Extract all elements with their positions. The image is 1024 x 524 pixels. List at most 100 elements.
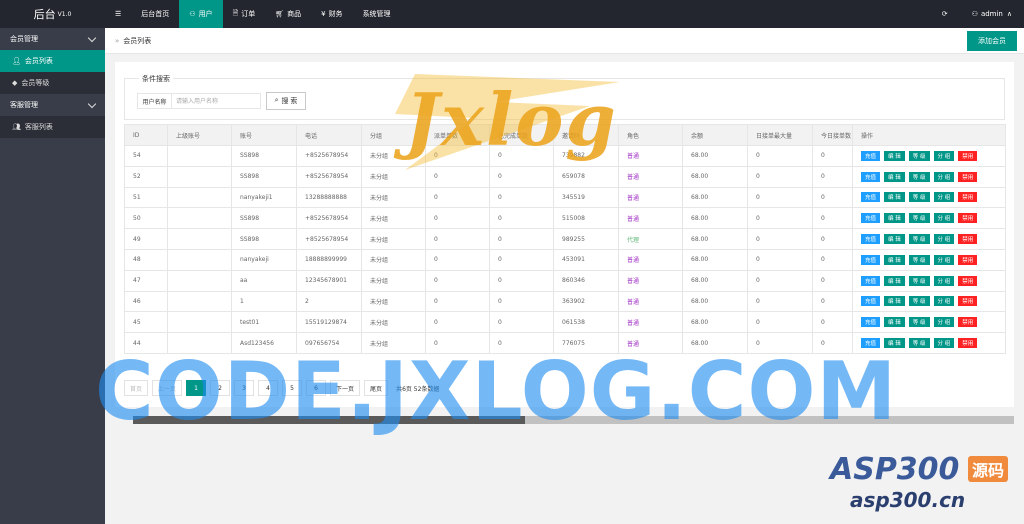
group-button[interactable]: 分 组 xyxy=(933,296,955,307)
level-button[interactable]: 等 级 xyxy=(908,171,930,182)
edit-button[interactable]: 编 辑 xyxy=(884,234,905,245)
cell-dispatched: 0 xyxy=(425,269,490,292)
recharge-button[interactable]: 充值 xyxy=(861,213,881,224)
disable-button[interactable]: 禁用 xyxy=(958,275,978,286)
group-button[interactable]: 分 组 xyxy=(933,317,955,328)
edit-button[interactable]: 编 辑 xyxy=(884,171,905,182)
disable-button[interactable]: 禁用 xyxy=(958,338,978,349)
group-button[interactable]: 分 组 xyxy=(933,150,955,161)
cell-actions: 充值编 辑等 级分 组禁用 xyxy=(852,269,1006,292)
recharge-button[interactable]: 充值 xyxy=(861,317,881,328)
sidebar-item-label: 会员等级 xyxy=(21,79,50,87)
cell-group: 未分组 xyxy=(361,311,426,334)
cell-daymax: 0 xyxy=(747,290,813,313)
recharge-button[interactable]: 充值 xyxy=(861,192,881,203)
group-button[interactable]: 分 组 xyxy=(933,171,955,182)
cell-phone: 15519129874 xyxy=(296,311,362,334)
recharge-button[interactable]: 充值 xyxy=(861,150,881,161)
menu-toggle-button[interactable]: ☰ xyxy=(105,0,131,28)
code-jxlog-watermark: CODE.JXLOG.COM xyxy=(95,345,898,438)
table-row: 48 nanyakeji 18888899999 未分组 0 0 453091 普通 68.00… xyxy=(124,248,1006,271)
add-member-button[interactable]: 添加会员 xyxy=(967,31,1017,51)
app-version: V1.0 xyxy=(57,10,72,18)
disable-button[interactable]: 禁用 xyxy=(958,234,978,245)
cell-phone: 18888899999 xyxy=(296,248,362,271)
topnav-item-goods[interactable]: 🛒︎ 商品 xyxy=(265,0,311,28)
cell-group: 未分组 xyxy=(361,207,426,230)
disable-button[interactable]: 禁用 xyxy=(958,171,978,182)
cell-role: 普通 xyxy=(618,207,683,230)
level-button[interactable]: 等 级 xyxy=(908,150,930,161)
user-menu[interactable]: ⚇ admin ∧ xyxy=(960,0,1024,28)
cell-invite: 363902 xyxy=(553,290,619,313)
recharge-button[interactable]: 充值 xyxy=(861,275,881,286)
recharge-button[interactable]: 充值 xyxy=(861,171,881,182)
cell-invite: 345519 xyxy=(553,186,619,209)
disable-button[interactable]: 禁用 xyxy=(958,150,978,161)
topnav-item-home[interactable]: 后台首页 xyxy=(131,0,179,28)
column-header: 今日接单数 xyxy=(812,124,853,146)
breadcrumb: » 会员列表 添加会员 xyxy=(105,28,1024,54)
document-icon: 🗎︎ xyxy=(232,8,239,17)
edit-button[interactable]: 编 辑 xyxy=(884,150,905,161)
app-logo[interactable]: 后台 V1.0 xyxy=(0,0,105,28)
edit-button[interactable]: 编 辑 xyxy=(884,317,905,328)
level-button[interactable]: 等 级 xyxy=(908,234,930,245)
sidebar-group-member[interactable]: 会员管理 xyxy=(0,28,105,50)
refresh-icon: ⟳ xyxy=(941,10,948,18)
cell-parent xyxy=(167,290,232,313)
disable-button[interactable]: 禁用 xyxy=(958,254,978,265)
cell-balance: 68.00 xyxy=(682,269,748,292)
sidebar-item-member-list[interactable]: 👤︎ 会员列表 xyxy=(0,50,105,72)
search-button[interactable]: ⌕ 搜 索 xyxy=(266,92,306,110)
edit-button[interactable]: 编 辑 xyxy=(884,192,905,203)
cell-dispatched: 0 xyxy=(425,228,490,250)
row-actions: 充值编 辑等 级分 组禁用 xyxy=(861,171,1005,182)
level-button[interactable]: 等 级 xyxy=(908,338,930,349)
edit-button[interactable]: 编 辑 xyxy=(884,296,905,307)
group-button[interactable]: 分 组 xyxy=(933,213,955,224)
cell-balance: 68.00 xyxy=(682,165,748,188)
level-button[interactable]: 等 级 xyxy=(908,317,930,328)
sidebar-group-service[interactable]: 客服管理 xyxy=(0,94,105,116)
cell-balance: 68.00 xyxy=(682,290,748,313)
level-button[interactable]: 等 级 xyxy=(908,254,930,265)
group-button[interactable]: 分 组 xyxy=(933,192,955,203)
disable-button[interactable]: 禁用 xyxy=(958,192,978,203)
cell-today: 0 xyxy=(812,228,853,250)
table-row: 45 test01 15519129874 未分组 0 0 061538 普通 68.00 0 0 充… xyxy=(124,311,1006,334)
group-button[interactable]: 分 组 xyxy=(933,234,955,245)
group-button[interactable]: 分 组 xyxy=(933,338,955,349)
topnav-item-finance[interactable]: ¥ 财务 xyxy=(311,0,352,28)
recharge-button[interactable]: 充值 xyxy=(861,234,881,245)
cell-id: 54 xyxy=(124,145,168,167)
sidebar-item-member-level[interactable]: ◆ 会员等级 xyxy=(0,72,105,94)
group-button[interactable]: 分 组 xyxy=(933,254,955,265)
column-header: 电话 xyxy=(296,124,362,146)
level-button[interactable]: 等 级 xyxy=(908,275,930,286)
refresh-button[interactable]: ⟳ xyxy=(930,0,960,28)
disable-button[interactable]: 禁用 xyxy=(958,213,978,224)
edit-button[interactable]: 编 辑 xyxy=(884,254,905,265)
cell-role: 普通 xyxy=(618,165,683,188)
level-button[interactable]: 等 级 xyxy=(908,296,930,307)
recharge-button[interactable]: 充值 xyxy=(861,296,881,307)
disable-button[interactable]: 禁用 xyxy=(958,296,978,307)
level-button[interactable]: 等 级 xyxy=(908,213,930,224)
menu-icon: ☰ xyxy=(115,10,122,18)
level-button[interactable]: 等 级 xyxy=(908,192,930,203)
username-search-input[interactable] xyxy=(171,93,261,109)
topnav-item-user[interactable]: ⚇ 用户 xyxy=(179,0,223,28)
username-label: 用户名称 xyxy=(137,93,172,109)
edit-button[interactable]: 编 辑 xyxy=(884,213,905,224)
disable-button[interactable]: 禁用 xyxy=(958,317,978,328)
topnav-item-order[interactable]: 🗎︎ 订单 xyxy=(223,0,266,28)
breadcrumb-current: 会员列表 xyxy=(123,36,152,45)
group-button[interactable]: 分 组 xyxy=(933,275,955,286)
sidebar-item-service-list[interactable]: 👥︎ 客服列表 xyxy=(0,116,105,138)
cell-phone: +8525678954 xyxy=(296,165,362,188)
edit-button[interactable]: 编 辑 xyxy=(884,275,905,286)
table-row: 49 SS898 +8525678954 未分组 0 0 989255 代理 68.00 0 0 充值… xyxy=(124,228,1006,250)
topnav-item-system[interactable]: 系统管理 xyxy=(353,0,401,28)
recharge-button[interactable]: 充值 xyxy=(861,254,881,265)
